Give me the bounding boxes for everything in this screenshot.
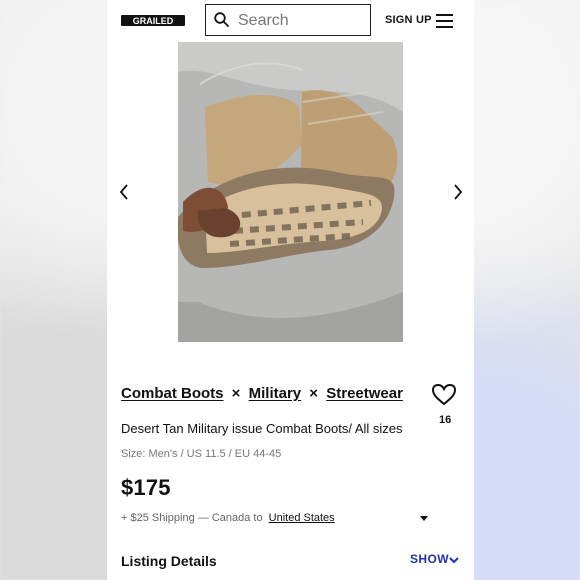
- designer-separator: ×: [231, 385, 241, 402]
- boots-photo-illustration: [178, 42, 403, 342]
- favorite-count: 16: [439, 414, 452, 426]
- designer-separator: ×: [309, 385, 319, 402]
- heart-icon[interactable]: [431, 383, 457, 407]
- top-navigation: GRAILED SIGN UP: [107, 0, 474, 43]
- logo-text: GRAILED: [133, 16, 174, 26]
- mobile-listing-page: GRAILED SIGN UP: [107, 0, 474, 580]
- shipping-prefix: + $25 Shipping — Canada to: [121, 512, 263, 524]
- grailed-logo[interactable]: GRAILED: [121, 13, 185, 28]
- designer-link-combat-boots[interactable]: Combat Boots: [121, 385, 224, 402]
- size-label: Size: Men's / US 11.5 / EU 44-45: [121, 448, 282, 460]
- designer-link-streetwear[interactable]: Streetwear: [326, 385, 403, 402]
- caret-down-icon[interactable]: [419, 515, 428, 521]
- shipping-country-select[interactable]: United States: [269, 512, 335, 524]
- shipping-info: + $25 Shipping — Canada to United States: [121, 512, 428, 524]
- chevron-down-icon[interactable]: [448, 556, 460, 565]
- designer-link-military[interactable]: Military: [249, 385, 302, 402]
- sign-up-link[interactable]: SIGN UP: [385, 14, 432, 26]
- menu-icon[interactable]: [436, 14, 454, 28]
- price: $175: [121, 475, 171, 500]
- image-carousel[interactable]: [107, 42, 474, 342]
- search-input[interactable]: [236, 10, 366, 32]
- chevron-left-icon[interactable]: [115, 182, 135, 202]
- chevron-right-icon[interactable]: [447, 182, 467, 202]
- search-field[interactable]: [205, 4, 371, 36]
- product-photo[interactable]: [178, 42, 403, 342]
- listing-details-heading: Listing Details: [121, 553, 217, 569]
- search-icon: [214, 12, 229, 27]
- designer-line: Combat Boots × Military × Streetwear: [121, 385, 403, 402]
- listing-title: Desert Tan Military issue Combat Boots/ …: [121, 421, 403, 436]
- show-details-button[interactable]: SHOW: [410, 552, 449, 566]
